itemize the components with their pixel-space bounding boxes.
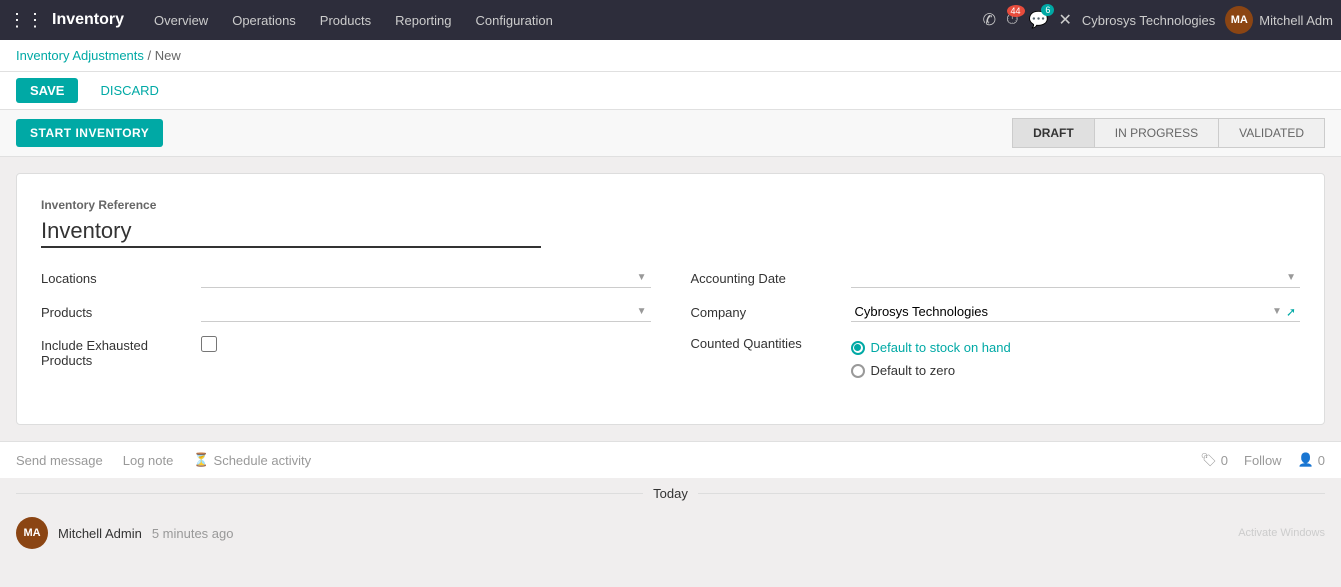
close-icon[interactable]: ✕ [1058, 10, 1071, 30]
counted-quantities-field: Counted Quantities Default to stock on h… [691, 336, 1301, 386]
step-in-progress[interactable]: IN PROGRESS [1094, 118, 1218, 148]
mitchell-time: 5 minutes ago [152, 526, 234, 541]
main-content: Inventory Reference Locations ▼ Products [0, 157, 1341, 441]
comments-action[interactable]: 🏷 0 [1200, 452, 1228, 468]
products-field: Products ▼ [41, 302, 651, 322]
products-arrow-icon: ▼ [637, 306, 647, 317]
ref-label: Inventory Reference [41, 198, 1300, 212]
phone-icon[interactable]: ✆ [983, 10, 996, 30]
chat-badge: 6 [1041, 4, 1054, 16]
accounting-date-label: Accounting Date [691, 271, 851, 286]
locations-field: Locations ▼ [41, 268, 651, 288]
step-validated[interactable]: VALIDATED [1218, 118, 1325, 148]
log-note-button[interactable]: Log note [123, 453, 174, 468]
step-draft[interactable]: DRAFT [1012, 118, 1094, 148]
include-exhausted-field: Include Exhausted Products [41, 336, 651, 368]
followers-action[interactable]: 👤 0 [1298, 452, 1325, 468]
breadcrumb-current: New [155, 48, 181, 63]
products-label: Products [41, 305, 201, 320]
followers-icon: 👤 [1298, 452, 1314, 468]
bottom-right: 🏷 0 Follow 👤 0 [1200, 452, 1325, 468]
right-column: Accounting Date ▼ Company ▼ ➚ Counte [691, 268, 1301, 400]
message-row: MA Mitchell Admin 5 minutes ago Activate… [0, 509, 1341, 557]
chat-icon[interactable]: 💬 6 [1029, 10, 1049, 30]
top-navigation: ⋮⋮ Inventory Overview Operations Product… [0, 0, 1341, 40]
followers-count: 0 [1318, 453, 1325, 468]
discard-button[interactable]: DISCARD [86, 78, 173, 103]
form-card: Inventory Reference Locations ▼ Products [16, 173, 1325, 425]
nav-products[interactable]: Products [310, 9, 381, 32]
app-name[interactable]: Inventory [52, 11, 124, 29]
inventory-reference-input[interactable] [41, 216, 541, 248]
products-input[interactable]: ▼ [201, 302, 651, 322]
schedule-activity-button[interactable]: ⏳ Schedule activity [193, 452, 311, 468]
avatar: MA [1225, 6, 1253, 34]
include-exhausted-checkbox[interactable] [201, 336, 217, 352]
company-label: Company [691, 305, 851, 320]
nav-reporting[interactable]: Reporting [385, 9, 461, 32]
locations-label: Locations [41, 271, 201, 286]
radio-default-zero[interactable]: Default to zero [851, 363, 1011, 378]
products-select[interactable] [205, 304, 633, 319]
form-row: Locations ▼ Products ▼ Include Exhausted… [41, 268, 1300, 400]
action-bar: SAVE DISCARD [0, 72, 1341, 110]
nav-configuration[interactable]: Configuration [465, 9, 562, 32]
company-text-input[interactable] [855, 304, 1269, 319]
radio-circle-stock-on-hand [851, 341, 865, 355]
counted-quantities-label: Counted Quantities [691, 336, 851, 351]
mitchell-name: Mitchell Admin [58, 526, 142, 541]
company-name[interactable]: Cybrosys Technologies [1082, 13, 1215, 28]
breadcrumb: Inventory Adjustments / New [0, 40, 1341, 72]
user-name: Mitchell Adm [1259, 13, 1333, 28]
mitchell-avatar: MA [16, 517, 48, 549]
company-field: Company ▼ ➚ [691, 302, 1301, 322]
locations-input[interactable]: ▼ [201, 268, 651, 288]
locations-arrow-icon: ▼ [637, 272, 647, 283]
nav-overview[interactable]: Overview [144, 9, 218, 32]
bottom-bar: Send message Log note ⏳ Schedule activit… [0, 441, 1341, 478]
clock-icon[interactable]: ⏱ 44 [1006, 11, 1018, 29]
today-label: Today [653, 486, 688, 501]
schedule-activity-label: Schedule activity [214, 453, 312, 468]
radio-label-default-zero: Default to zero [871, 363, 956, 378]
tag-icon: 🏷 [1200, 452, 1217, 468]
inventory-reference-section: Inventory Reference [41, 198, 1300, 248]
clock-small-icon: ⏳ [193, 452, 209, 468]
breadcrumb-separator: / [148, 48, 155, 63]
app-grid-icon[interactable]: ⋮⋮ [8, 10, 44, 31]
locations-select[interactable] [205, 270, 633, 285]
clock-badge: 44 [1007, 5, 1025, 17]
activate-windows-text: Activate Windows [1238, 527, 1325, 539]
counted-quantities-options: Default to stock on hand Default to zero [851, 340, 1011, 386]
accounting-date-select[interactable] [855, 270, 1283, 285]
status-bar: START INVENTORY DRAFT IN PROGRESS VALIDA… [0, 110, 1341, 157]
company-input[interactable]: ▼ ➚ [851, 302, 1301, 322]
breadcrumb-parent[interactable]: Inventory Adjustments [16, 48, 144, 63]
start-inventory-button[interactable]: START INVENTORY [16, 119, 163, 147]
nav-operations[interactable]: Operations [222, 9, 306, 32]
save-button[interactable]: SAVE [16, 78, 78, 103]
accounting-date-arrow-icon: ▼ [1286, 272, 1296, 283]
company-arrow-icon: ▼ [1272, 306, 1282, 317]
include-exhausted-label: Include Exhausted Products [41, 336, 201, 368]
nav-right-section: ✆ ⏱ 44 💬 6 ✕ Cybrosys Technologies MA Mi… [983, 6, 1333, 34]
comments-count: 0 [1221, 453, 1228, 468]
left-column: Locations ▼ Products ▼ Include Exhausted… [41, 268, 651, 400]
radio-label-stock-on-hand: Default to stock on hand [871, 340, 1011, 355]
send-message-button[interactable]: Send message [16, 453, 103, 468]
radio-circle-default-zero [851, 364, 865, 378]
accounting-date-field: Accounting Date ▼ [691, 268, 1301, 288]
user-menu[interactable]: MA Mitchell Adm [1225, 6, 1333, 34]
today-divider: Today [0, 478, 1341, 509]
accounting-date-input[interactable]: ▼ [851, 268, 1301, 288]
radio-stock-on-hand[interactable]: Default to stock on hand [851, 340, 1011, 355]
status-steps: DRAFT IN PROGRESS VALIDATED [1012, 118, 1325, 148]
nav-menu: Overview Operations Products Reporting C… [144, 9, 979, 32]
company-external-link-icon[interactable]: ➚ [1286, 305, 1296, 319]
follow-button[interactable]: Follow [1244, 453, 1282, 468]
